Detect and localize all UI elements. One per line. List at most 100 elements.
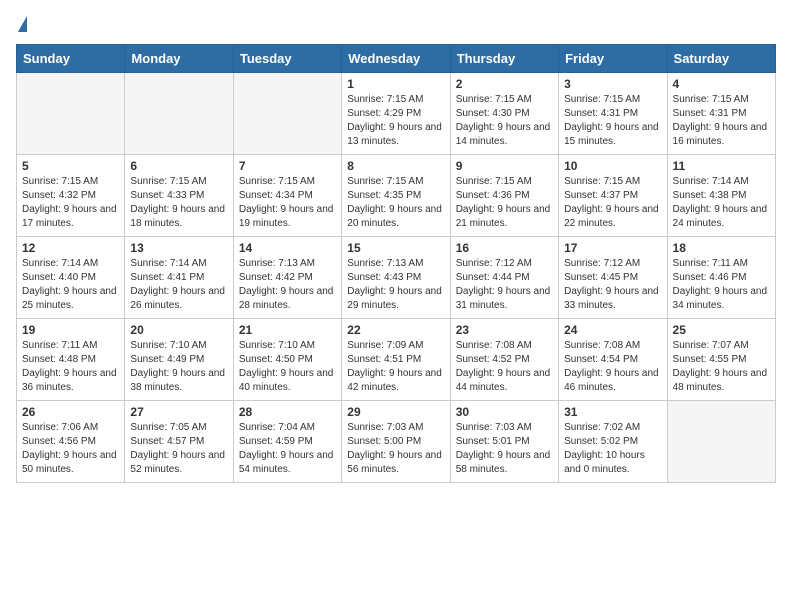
day-number: 25: [673, 323, 770, 337]
calendar-cell: 10 Sunrise: 7:15 AMSunset: 4:37 PMDayligh…: [559, 155, 667, 237]
calendar-cell: 27 Sunrise: 7:05 AMSunset: 4:57 PMDayligh…: [125, 401, 233, 483]
day-number: 6: [130, 159, 227, 173]
day-info: Sunrise: 7:12 AMSunset: 4:44 PMDaylight:…: [456, 257, 553, 313]
calendar-table: SundayMondayTuesdayWednesdayThursdayFrid…: [16, 44, 776, 483]
day-info: Sunrise: 7:15 AMSunset: 4:34 PMDaylight:…: [239, 175, 336, 231]
weekday-header-monday: Monday: [125, 45, 233, 73]
weekday-header-thursday: Thursday: [450, 45, 558, 73]
day-info: Sunrise: 7:05 AMSunset: 4:57 PMDaylight:…: [130, 421, 227, 477]
calendar-cell: 29Sunrise: 7:03 AMSunset: 5:00 PMDayligh…: [342, 401, 450, 483]
week-row-1: 1 Sunrise: 7:15 AMSunset: 4:29 PMDaylight…: [17, 73, 776, 155]
weekday-header-tuesday: Tuesday: [233, 45, 341, 73]
calendar-cell: 4 Sunrise: 7:15 AMSunset: 4:31 PMDaylight…: [667, 73, 775, 155]
day-number: 22: [347, 323, 444, 337]
day-info: Sunrise: 7:14 AMSunset: 4:40 PMDaylight:…: [22, 257, 119, 313]
day-number: 29: [347, 405, 444, 419]
day-info: Sunrise: 7:02 AMSunset: 5:02 PMDaylight:…: [564, 421, 661, 477]
day-number: 28: [239, 405, 336, 419]
day-number: 2: [456, 77, 553, 91]
calendar-cell: 11 Sunrise: 7:14 AMSunset: 4:38 PMDayligh…: [667, 155, 775, 237]
day-number: 11: [673, 159, 770, 173]
day-number: 31: [564, 405, 661, 419]
day-info: Sunrise: 7:03 AMSunset: 5:01 PMDaylight:…: [456, 421, 553, 477]
calendar-cell: 1 Sunrise: 7:15 AMSunset: 4:29 PMDaylight…: [342, 73, 450, 155]
day-info: Sunrise: 7:13 AMSunset: 4:43 PMDaylight:…: [347, 257, 444, 313]
day-number: 19: [22, 323, 119, 337]
calendar-cell: 7 Sunrise: 7:15 AMSunset: 4:34 PMDaylight…: [233, 155, 341, 237]
day-number: 4: [673, 77, 770, 91]
day-number: 24: [564, 323, 661, 337]
calendar-cell: 15 Sunrise: 7:13 AMSunset: 4:43 PMDayligh…: [342, 237, 450, 319]
day-number: 3: [564, 77, 661, 91]
calendar-cell: [667, 401, 775, 483]
calendar-cell: 14 Sunrise: 7:13 AMSunset: 4:42 PMDayligh…: [233, 237, 341, 319]
day-info: Sunrise: 7:15 AMSunset: 4:31 PMDaylight:…: [673, 93, 770, 149]
day-info: Sunrise: 7:15 AMSunset: 4:31 PMDaylight:…: [564, 93, 661, 149]
day-info: Sunrise: 7:15 AMSunset: 4:37 PMDaylight:…: [564, 175, 661, 231]
calendar-cell: 13Sunrise: 7:14 AMSunset: 4:41 PMDayligh…: [125, 237, 233, 319]
day-number: 9: [456, 159, 553, 173]
weekday-header-friday: Friday: [559, 45, 667, 73]
calendar-cell: 9 Sunrise: 7:15 AMSunset: 4:36 PMDaylight…: [450, 155, 558, 237]
day-info: Sunrise: 7:07 AMSunset: 4:55 PMDaylight:…: [673, 339, 770, 395]
weekday-header-wednesday: Wednesday: [342, 45, 450, 73]
page-header: [16, 16, 776, 34]
calendar-cell: 3 Sunrise: 7:15 AMSunset: 4:31 PMDaylight…: [559, 73, 667, 155]
day-info: Sunrise: 7:13 AMSunset: 4:42 PMDaylight:…: [239, 257, 336, 313]
day-number: 23: [456, 323, 553, 337]
day-number: 27: [130, 405, 227, 419]
calendar-cell: 20 Sunrise: 7:10 AMSunset: 4:49 PMDayligh…: [125, 319, 233, 401]
calendar-cell: 22 Sunrise: 7:09 AMSunset: 4:51 PMDayligh…: [342, 319, 450, 401]
week-row-3: 12 Sunrise: 7:14 AMSunset: 4:40 PMDayligh…: [17, 237, 776, 319]
day-number: 12: [22, 241, 119, 255]
day-number: 13: [130, 241, 227, 255]
day-number: 15: [347, 241, 444, 255]
day-number: 26: [22, 405, 119, 419]
calendar-cell: 31 Sunrise: 7:02 AMSunset: 5:02 PMDayligh…: [559, 401, 667, 483]
day-info: Sunrise: 7:11 AMSunset: 4:46 PMDaylight:…: [673, 257, 770, 313]
day-info: Sunrise: 7:08 AMSunset: 4:54 PMDaylight:…: [564, 339, 661, 395]
day-number: 1: [347, 77, 444, 91]
day-info: Sunrise: 7:09 AMSunset: 4:51 PMDaylight:…: [347, 339, 444, 395]
weekday-header-sunday: Sunday: [17, 45, 125, 73]
day-number: 21: [239, 323, 336, 337]
day-number: 5: [22, 159, 119, 173]
day-info: Sunrise: 7:15 AMSunset: 4:35 PMDaylight:…: [347, 175, 444, 231]
calendar-cell: 28 Sunrise: 7:04 AMSunset: 4:59 PMDayligh…: [233, 401, 341, 483]
day-number: 18: [673, 241, 770, 255]
calendar-cell: 23Sunrise: 7:08 AMSunset: 4:52 PMDayligh…: [450, 319, 558, 401]
calendar-cell: 25 Sunrise: 7:07 AMSunset: 4:55 PMDayligh…: [667, 319, 775, 401]
day-number: 10: [564, 159, 661, 173]
day-info: Sunrise: 7:15 AMSunset: 4:30 PMDaylight:…: [456, 93, 553, 149]
week-row-2: 5Sunrise: 7:15 AMSunset: 4:32 PMDaylight…: [17, 155, 776, 237]
calendar-cell: 8 Sunrise: 7:15 AMSunset: 4:35 PMDaylight…: [342, 155, 450, 237]
day-info: Sunrise: 7:04 AMSunset: 4:59 PMDaylight:…: [239, 421, 336, 477]
calendar-cell: [125, 73, 233, 155]
weekday-header-row: SundayMondayTuesdayWednesdayThursdayFrid…: [17, 45, 776, 73]
calendar-cell: 2 Sunrise: 7:15 AMSunset: 4:30 PMDaylight…: [450, 73, 558, 155]
day-number: 14: [239, 241, 336, 255]
calendar-cell: 16 Sunrise: 7:12 AMSunset: 4:44 PMDayligh…: [450, 237, 558, 319]
day-info: Sunrise: 7:15 AMSunset: 4:33 PMDaylight:…: [130, 175, 227, 231]
calendar-cell: 5Sunrise: 7:15 AMSunset: 4:32 PMDaylight…: [17, 155, 125, 237]
calendar-cell: 30Sunrise: 7:03 AMSunset: 5:01 PMDayligh…: [450, 401, 558, 483]
day-info: Sunrise: 7:10 AMSunset: 4:49 PMDaylight:…: [130, 339, 227, 395]
logo-triangle-icon: [18, 16, 27, 32]
weekday-header-saturday: Saturday: [667, 45, 775, 73]
day-number: 7: [239, 159, 336, 173]
calendar-cell: [17, 73, 125, 155]
day-number: 8: [347, 159, 444, 173]
week-row-4: 19 Sunrise: 7:11 AMSunset: 4:48 PMDayligh…: [17, 319, 776, 401]
day-number: 16: [456, 241, 553, 255]
calendar-cell: 6 Sunrise: 7:15 AMSunset: 4:33 PMDaylight…: [125, 155, 233, 237]
day-number: 17: [564, 241, 661, 255]
day-info: Sunrise: 7:15 AMSunset: 4:29 PMDaylight:…: [347, 93, 444, 149]
day-info: Sunrise: 7:14 AMSunset: 4:38 PMDaylight:…: [673, 175, 770, 231]
calendar-cell: 24 Sunrise: 7:08 AMSunset: 4:54 PMDayligh…: [559, 319, 667, 401]
day-info: Sunrise: 7:10 AMSunset: 4:50 PMDaylight:…: [239, 339, 336, 395]
day-number: 20: [130, 323, 227, 337]
day-info: Sunrise: 7:15 AMSunset: 4:36 PMDaylight:…: [456, 175, 553, 231]
calendar-cell: [233, 73, 341, 155]
day-info: Sunrise: 7:11 AMSunset: 4:48 PMDaylight:…: [22, 339, 119, 395]
calendar-cell: 21 Sunrise: 7:10 AMSunset: 4:50 PMDayligh…: [233, 319, 341, 401]
